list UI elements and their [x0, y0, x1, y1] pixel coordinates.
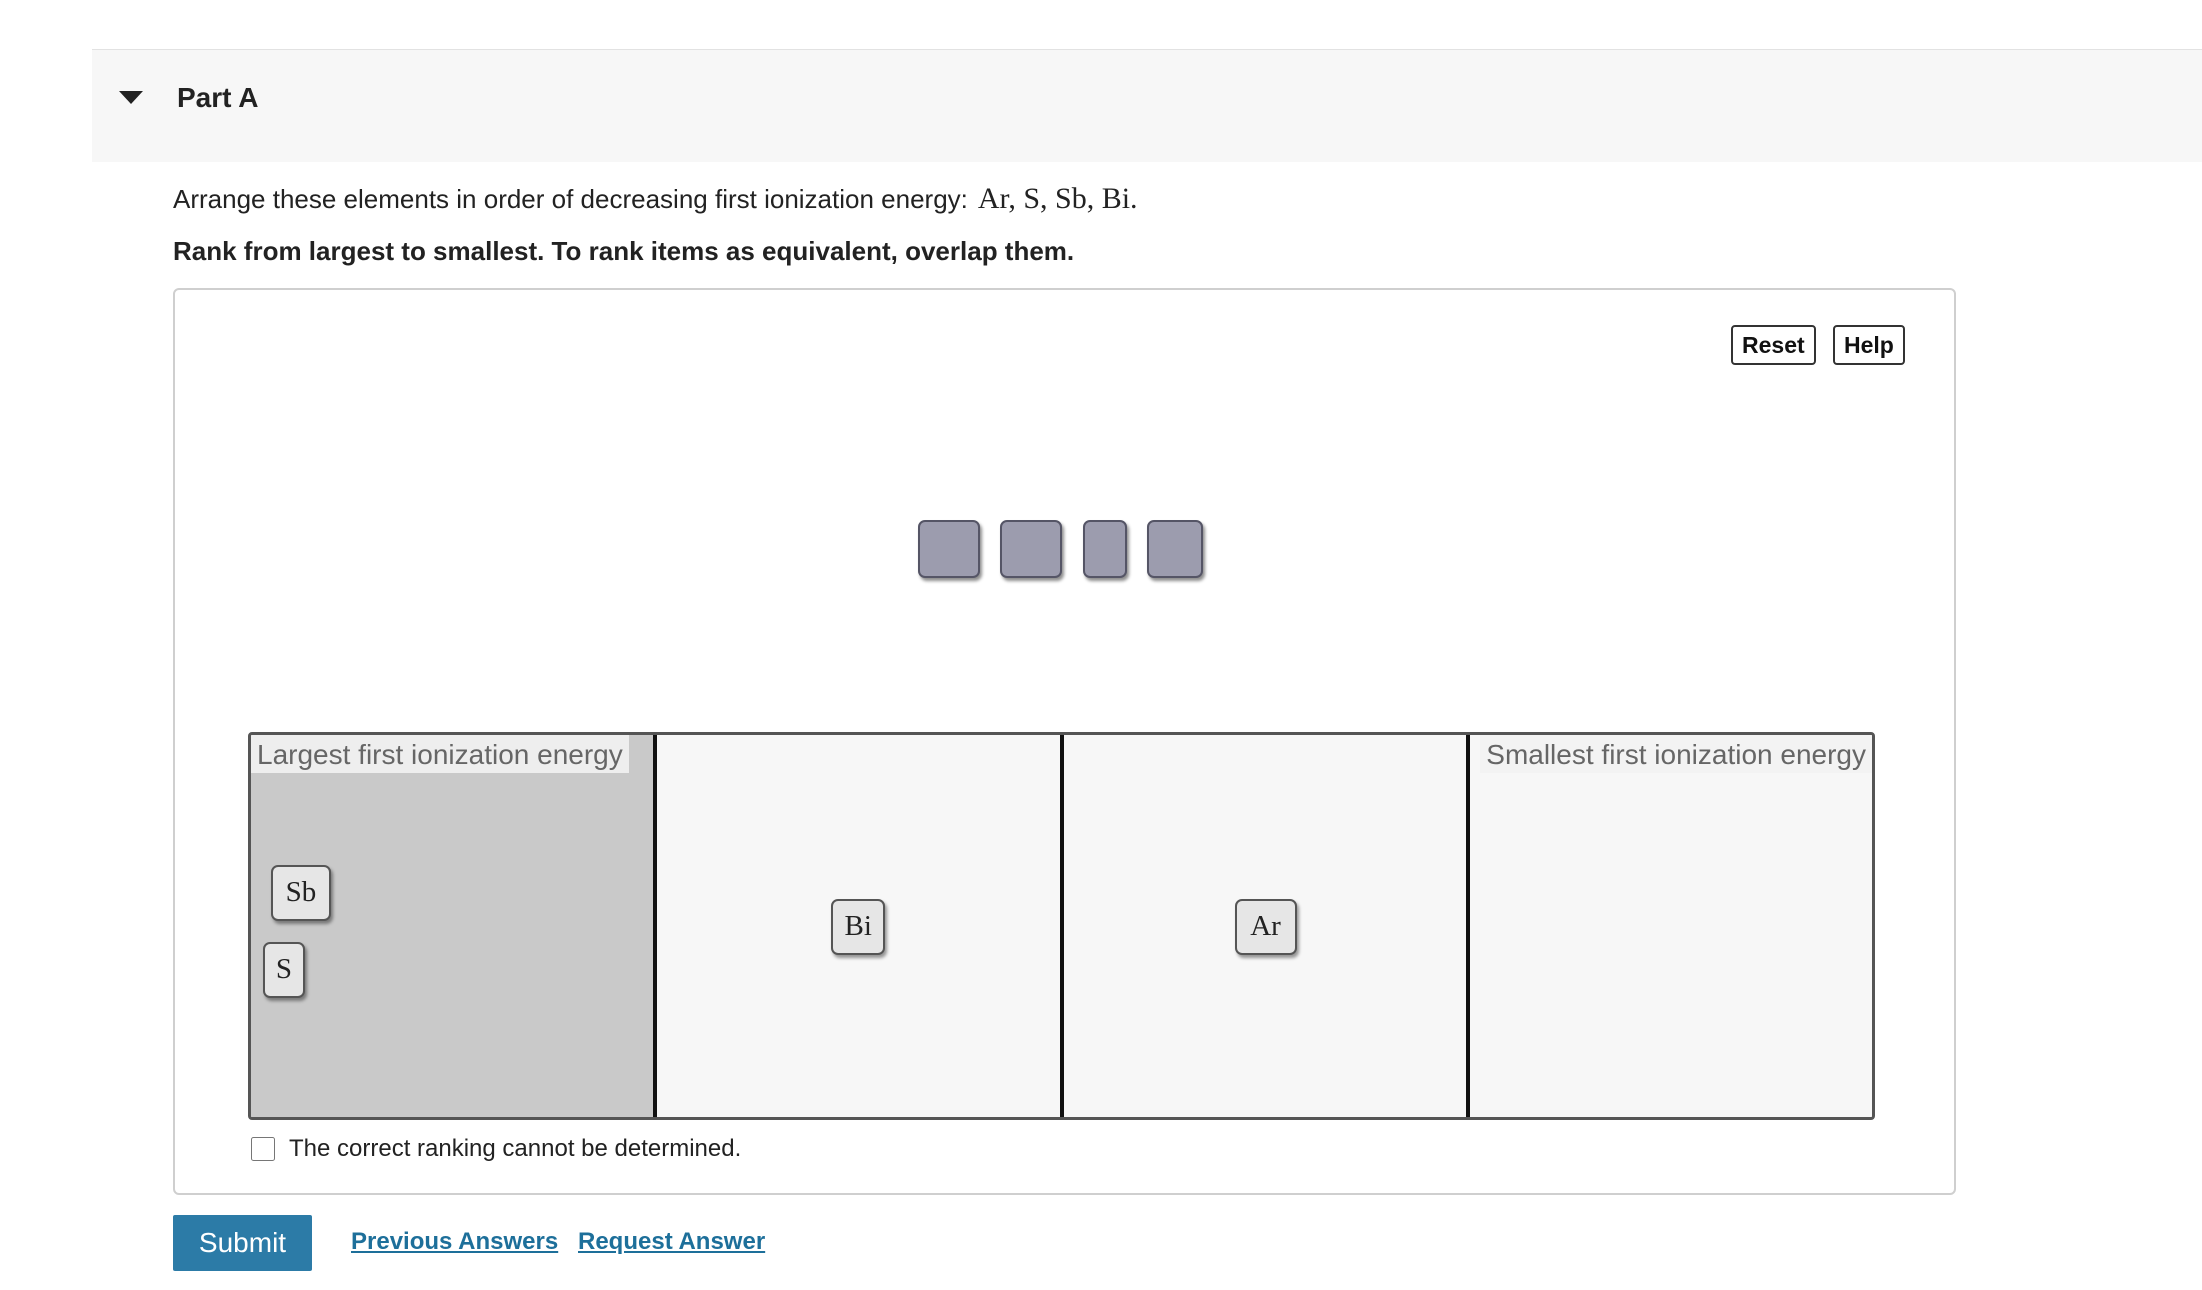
ranking-panel: Reset Help Largest first ionization ener…	[173, 288, 1956, 1195]
bin-largest[interactable]: Largest first ionization energy Sb S	[251, 735, 654, 1117]
part-header[interactable]: Part A	[92, 49, 2202, 162]
request-answer-link[interactable]: Request Answer	[578, 1228, 765, 1256]
bin-2[interactable]: Bi	[653, 735, 1060, 1117]
prompt-text: Arrange these elements in order of decre…	[173, 184, 968, 214]
empty-slot	[1147, 520, 1203, 578]
tile-bi[interactable]: Bi	[831, 899, 886, 955]
tile-ar[interactable]: Ar	[1234, 899, 1297, 955]
question-prompt: Arrange these elements in order of decre…	[173, 182, 1138, 216]
bin-label-largest: Largest first ionization energy	[251, 735, 629, 773]
tile-sb[interactable]: Sb	[271, 865, 331, 921]
cannot-determine-option[interactable]: The correct ranking cannot be determined…	[251, 1135, 741, 1163]
empty-slot	[1083, 520, 1127, 578]
part-title: Part A	[177, 82, 259, 113]
empty-slot	[918, 520, 980, 578]
previous-answers-link[interactable]: Previous Answers	[351, 1228, 558, 1256]
cannot-determine-label: The correct ranking cannot be determined…	[289, 1135, 742, 1162]
tile-s[interactable]: S	[263, 942, 305, 998]
bin-smallest[interactable]: Smallest first ionization energy	[1465, 735, 1872, 1117]
bin-label-smallest: Smallest first ionization energy	[1480, 735, 1872, 773]
reset-button[interactable]: Reset	[1731, 325, 1816, 365]
cannot-determine-checkbox[interactable]	[251, 1137, 275, 1161]
ranking-instruction: Rank from largest to smallest. To rank i…	[173, 236, 1075, 266]
bin-3[interactable]: Ar	[1059, 735, 1466, 1117]
help-button[interactable]: Help	[1833, 325, 1905, 365]
empty-slot	[1000, 520, 1062, 578]
submit-button[interactable]: Submit	[173, 1215, 312, 1271]
elements-list: Ar, S, Sb, Bi.	[977, 182, 1138, 215]
caret-down-icon[interactable]	[119, 91, 143, 104]
ranking-bins: Largest first ionization energy Sb S Bi …	[248, 732, 1875, 1120]
